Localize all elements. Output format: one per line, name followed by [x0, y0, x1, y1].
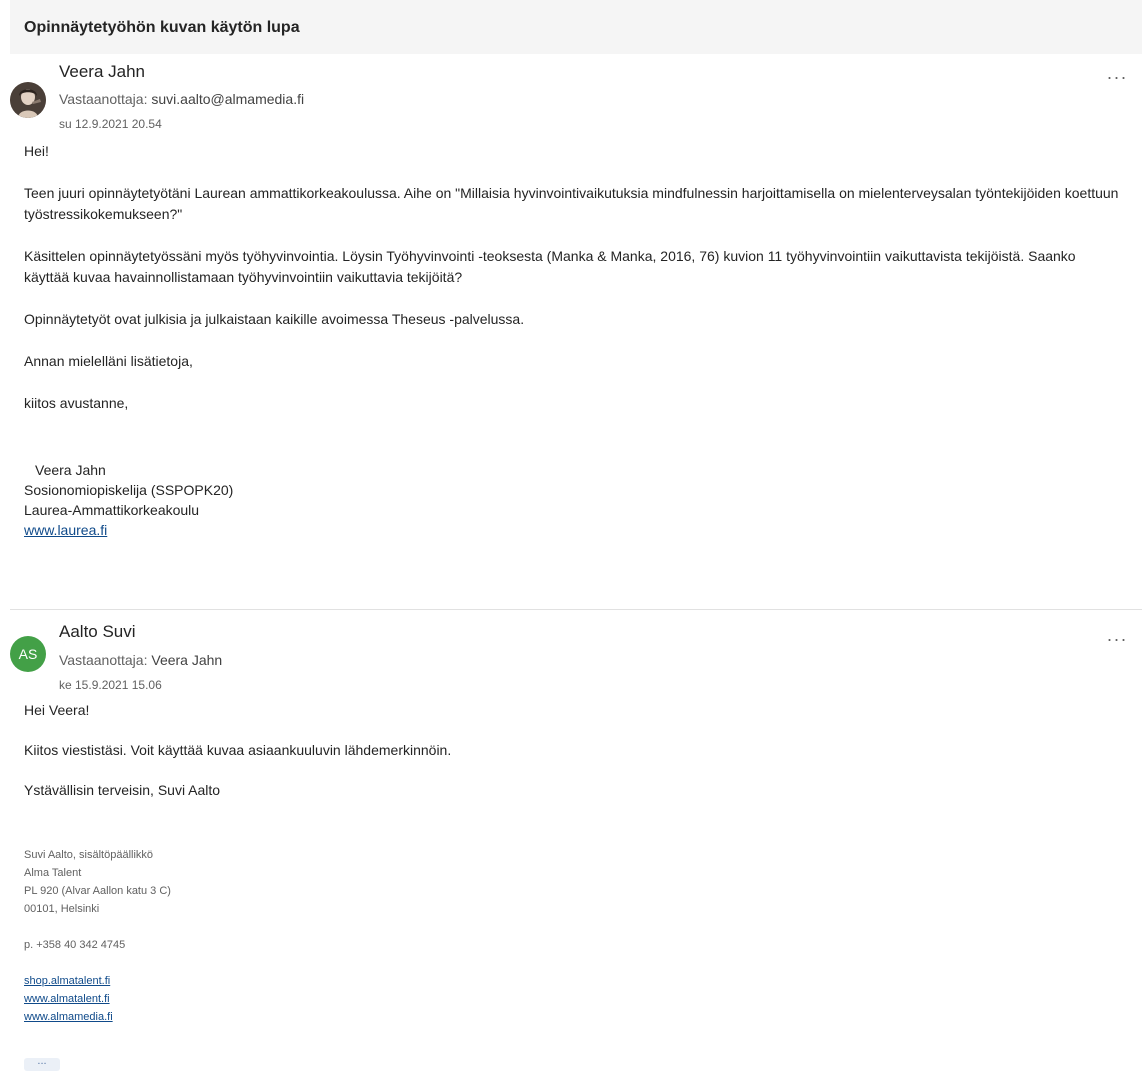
body-paragraph: Kiitos viestistäsi. Voit käyttää kuvaa a…	[24, 742, 452, 758]
signature-link-almatalent[interactable]: www.almatalent.fi	[24, 990, 171, 1008]
body-paragraph: Ystävällisin terveisin, Suvi Aalto	[24, 782, 221, 798]
body-paragraph: Annan mielelläni lisätietoja,	[24, 353, 193, 369]
signature-link-almamedia[interactable]: www.almamedia.fi	[24, 1008, 171, 1026]
avatar-initials: AS	[18, 646, 38, 662]
signature-name: Veera Jahn	[35, 462, 106, 478]
sender-name[interactable]: Veera Jahn	[59, 62, 145, 82]
signature-spacer	[24, 918, 171, 936]
thread-subject-bar: Opinnäytetyöhön kuvan käytön lupa	[10, 0, 1142, 54]
signature-organization: Laurea-Ammattikorkeakoulu	[24, 502, 200, 518]
signature-title: Sosionomiopiskelija (SSPOPK20)	[24, 482, 234, 498]
body-paragraph: Käsittelen opinnäytetyössäni myös työhyv…	[24, 248, 1076, 285]
more-actions-button[interactable]: ...	[1107, 626, 1128, 644]
signature-name-title: Suvi Aalto, sisältöpäällikkö	[24, 849, 154, 861]
signature: Suvi Aalto, sisältöpäällikkö Alma Talent…	[24, 846, 171, 1026]
message-veera-jahn[interactable]: Veera Jahn Vastaanottaja: suvi.aalto@alm…	[10, 54, 1142, 610]
thread-subject: Opinnäytetyöhön kuvan käytön lupa	[24, 19, 300, 36]
body-paragraph: Teen juuri opinnäytetyötäni Laurean amma…	[24, 185, 1119, 222]
greeting: Hei!	[24, 143, 49, 159]
sender-avatar-initials[interactable]: AS	[10, 636, 46, 672]
recipient-label: Vastaanottaja:	[59, 91, 148, 107]
recipient-address[interactable]: suvi.aalto@almamedia.fi	[151, 91, 304, 107]
signature-spacer	[24, 954, 171, 972]
recipient-name[interactable]: Veera Jahn	[151, 652, 222, 668]
signature-address: PL 920 (Alvar Aallon katu 3 C)	[24, 885, 171, 897]
signature: Veera Jahn Sosionomiopiskelija (SSPOPK20…	[24, 460, 1122, 540]
message-date: ke 15.9.2021 15.06	[59, 678, 162, 692]
signature-company: Alma Talent	[24, 867, 82, 879]
body-paragraph: Opinnäytetyöt ovat julkisia ja julkaista…	[24, 311, 525, 327]
signature-link[interactable]: www.laurea.fi	[24, 520, 1122, 540]
show-quoted-text-button[interactable]: ...	[24, 1056, 60, 1071]
signature-postal: 00101, Helsinki	[24, 903, 100, 915]
recipient-label: Vastaanottaja:	[59, 652, 148, 668]
more-actions-button[interactable]: ...	[1107, 64, 1128, 82]
recipient-line: Vastaanottaja: suvi.aalto@almamedia.fi	[59, 91, 304, 107]
message-date: su 12.9.2021 20.54	[59, 117, 162, 131]
message-aalto-suvi[interactable]: AS Aalto Suvi Vastaanottaja: Veera Jahn …	[10, 610, 1142, 1076]
signature-phone: p. +358 40 342 4745	[24, 939, 126, 951]
greeting: Hei Veera!	[24, 702, 90, 718]
reading-pane: Opinnäytetyöhön kuvan käytön lupa Veera …	[0, 0, 1142, 1077]
message-body: Hei! Teen juuri opinnäytetyötäni Laurean…	[24, 141, 1122, 435]
sender-name[interactable]: Aalto Suvi	[59, 622, 136, 642]
sender-avatar-photo[interactable]	[10, 82, 46, 118]
signature-link-shop[interactable]: shop.almatalent.fi	[24, 972, 171, 990]
message-body: Hei Veera! Kiitos viestistäsi. Voit käyt…	[24, 700, 1122, 822]
person-photo-icon	[10, 82, 46, 118]
recipient-line: Vastaanottaja: Veera Jahn	[59, 652, 222, 668]
body-paragraph: kiitos avustanne,	[24, 395, 129, 411]
